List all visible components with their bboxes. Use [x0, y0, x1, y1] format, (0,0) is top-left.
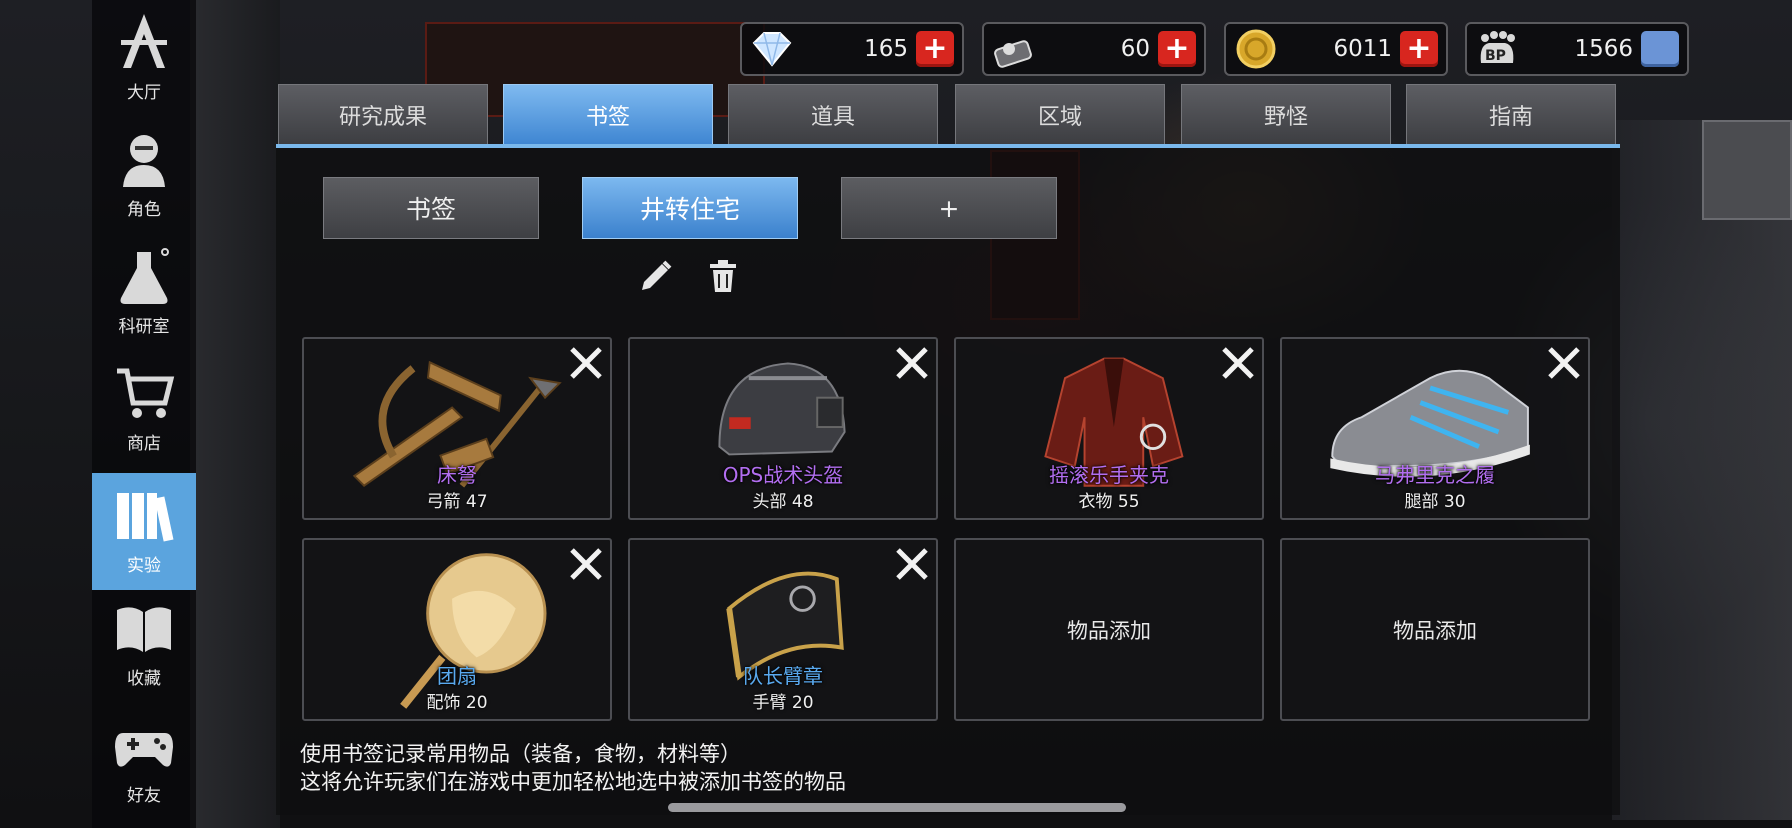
- currency-diamond: 165 +: [740, 22, 964, 76]
- item-slot[interactable]: 团扇 配饰 20: [302, 538, 612, 721]
- item-category: 头部 48: [752, 492, 814, 512]
- currency-value: 60: [1120, 36, 1150, 62]
- bp-card-button[interactable]: [1641, 31, 1679, 67]
- sidebar-item-label: 角色: [127, 200, 161, 220]
- add-bookmark-set-button[interactable]: +: [841, 177, 1057, 239]
- sidebar-item-label: 商店: [127, 434, 161, 454]
- sidebar-item-label: 大厅: [127, 83, 161, 103]
- bookmark-hint: 使用书签记录常用物品（装备，食物，材料等） 这将允许玩家们在游戏中更加轻松地选中…: [300, 740, 846, 796]
- item-name: 团扇: [437, 664, 477, 688]
- add-item-label: 物品添加: [1393, 618, 1477, 643]
- remove-item-icon[interactable]: [566, 544, 606, 584]
- remove-item-icon[interactable]: [566, 343, 606, 383]
- sidebar-item-label: 好友: [127, 786, 161, 806]
- currency-value: 6011: [1333, 36, 1392, 62]
- tab-monsters[interactable]: 野怪: [1181, 84, 1391, 144]
- item-name: OPS战术头盔: [722, 463, 844, 487]
- bookmark-set-button-active[interactable]: 井转住宅: [582, 177, 798, 239]
- pencil-icon[interactable]: [638, 258, 674, 294]
- sidebar-item-lab[interactable]: 科研室: [92, 234, 196, 351]
- empty-item-slot[interactable]: 物品添加: [1280, 538, 1590, 721]
- tabs-underline: [276, 144, 1620, 148]
- open-book-icon: [111, 594, 177, 660]
- sidebar-item-label: 实验: [127, 556, 161, 576]
- item-name: 马弗里克之履: [1375, 463, 1495, 487]
- gamepad-icon: [111, 711, 177, 777]
- sidebar-item-shop[interactable]: 商店: [92, 351, 196, 468]
- flask-icon: [111, 242, 177, 308]
- lobby-logo-icon: [111, 8, 177, 74]
- sidebar-item-friends[interactable]: 好友: [92, 703, 196, 820]
- diamond-icon: [750, 29, 794, 69]
- tab-areas[interactable]: 区域: [955, 84, 1165, 144]
- currency-value: 1566: [1574, 36, 1633, 62]
- currency-value: 165: [864, 36, 908, 62]
- sidebar-item-lobby[interactable]: 大厅: [92, 0, 196, 117]
- tab-bookmarks[interactable]: 书签: [503, 84, 713, 144]
- hint-line-1: 使用书签记录常用物品（装备，食物，材料等）: [300, 742, 741, 766]
- add-scanner-button[interactable]: +: [1158, 31, 1196, 67]
- tab-items[interactable]: 道具: [728, 84, 938, 144]
- item-name: 摇滚乐手夹克: [1049, 463, 1169, 487]
- remove-item-icon[interactable]: [1218, 343, 1258, 383]
- currency-scanner: 60 +: [982, 22, 1206, 76]
- add-item-label: 物品添加: [1067, 618, 1151, 643]
- bp-paw-icon: BP: [1475, 29, 1519, 69]
- tab-guide[interactable]: 指南: [1406, 84, 1616, 144]
- item-category: 手臂 20: [752, 693, 814, 713]
- item-category: 配饰 20: [426, 693, 488, 713]
- sidebar-item-label: 科研室: [118, 317, 170, 337]
- gold-coin-icon: [1234, 29, 1278, 69]
- sidebar-item-character[interactable]: 角色: [92, 117, 196, 234]
- home-indicator[interactable]: [668, 803, 1126, 812]
- tab-research-results[interactable]: 研究成果: [278, 84, 488, 144]
- remove-item-icon[interactable]: [892, 544, 932, 584]
- currency-bp: BP 1566: [1465, 22, 1689, 76]
- item-name: 床弩: [437, 463, 477, 487]
- scanner-icon: [992, 29, 1036, 69]
- cart-icon: [111, 359, 177, 425]
- hint-line-2: 这将允许玩家们在游戏中更加轻松地选中被添加书签的物品: [300, 770, 846, 794]
- sidebar-item-label: 收藏: [127, 669, 161, 689]
- item-slot[interactable]: 队长臂章 手臂 20: [628, 538, 938, 721]
- item-slot[interactable]: 马弗里克之履 腿部 30: [1280, 337, 1590, 520]
- item-name: 队长臂章: [743, 664, 823, 688]
- remove-item-icon[interactable]: [1544, 343, 1584, 383]
- remove-item-icon[interactable]: [892, 343, 932, 383]
- sidebar-item-experiment[interactable]: 实验: [92, 473, 196, 590]
- item-slot[interactable]: 床弩 弓箭 47: [302, 337, 612, 520]
- bookmark-set-button[interactable]: 书签: [323, 177, 539, 239]
- character-icon: [111, 125, 177, 191]
- books-icon: [111, 481, 177, 547]
- item-slot[interactable]: OPS战术头盔 头部 48: [628, 337, 938, 520]
- sidebar-item-collection[interactable]: 收藏: [92, 586, 196, 703]
- item-category: 弓箭 47: [426, 492, 488, 512]
- add-gold-button[interactable]: +: [1400, 31, 1438, 67]
- trash-icon[interactable]: [705, 258, 741, 294]
- item-category: 腿部 30: [1404, 492, 1466, 512]
- currency-gold: 6011 +: [1224, 22, 1448, 76]
- sidebar: 大厅 角色 科研室 商店 实验 收藏 好友: [92, 0, 196, 828]
- item-slot[interactable]: 摇滚乐手夹克 衣物 55: [954, 337, 1264, 520]
- empty-item-slot[interactable]: 物品添加: [954, 538, 1264, 721]
- svg-text:BP: BP: [1485, 48, 1506, 64]
- add-diamond-button[interactable]: +: [916, 31, 954, 67]
- item-category: 衣物 55: [1078, 492, 1140, 512]
